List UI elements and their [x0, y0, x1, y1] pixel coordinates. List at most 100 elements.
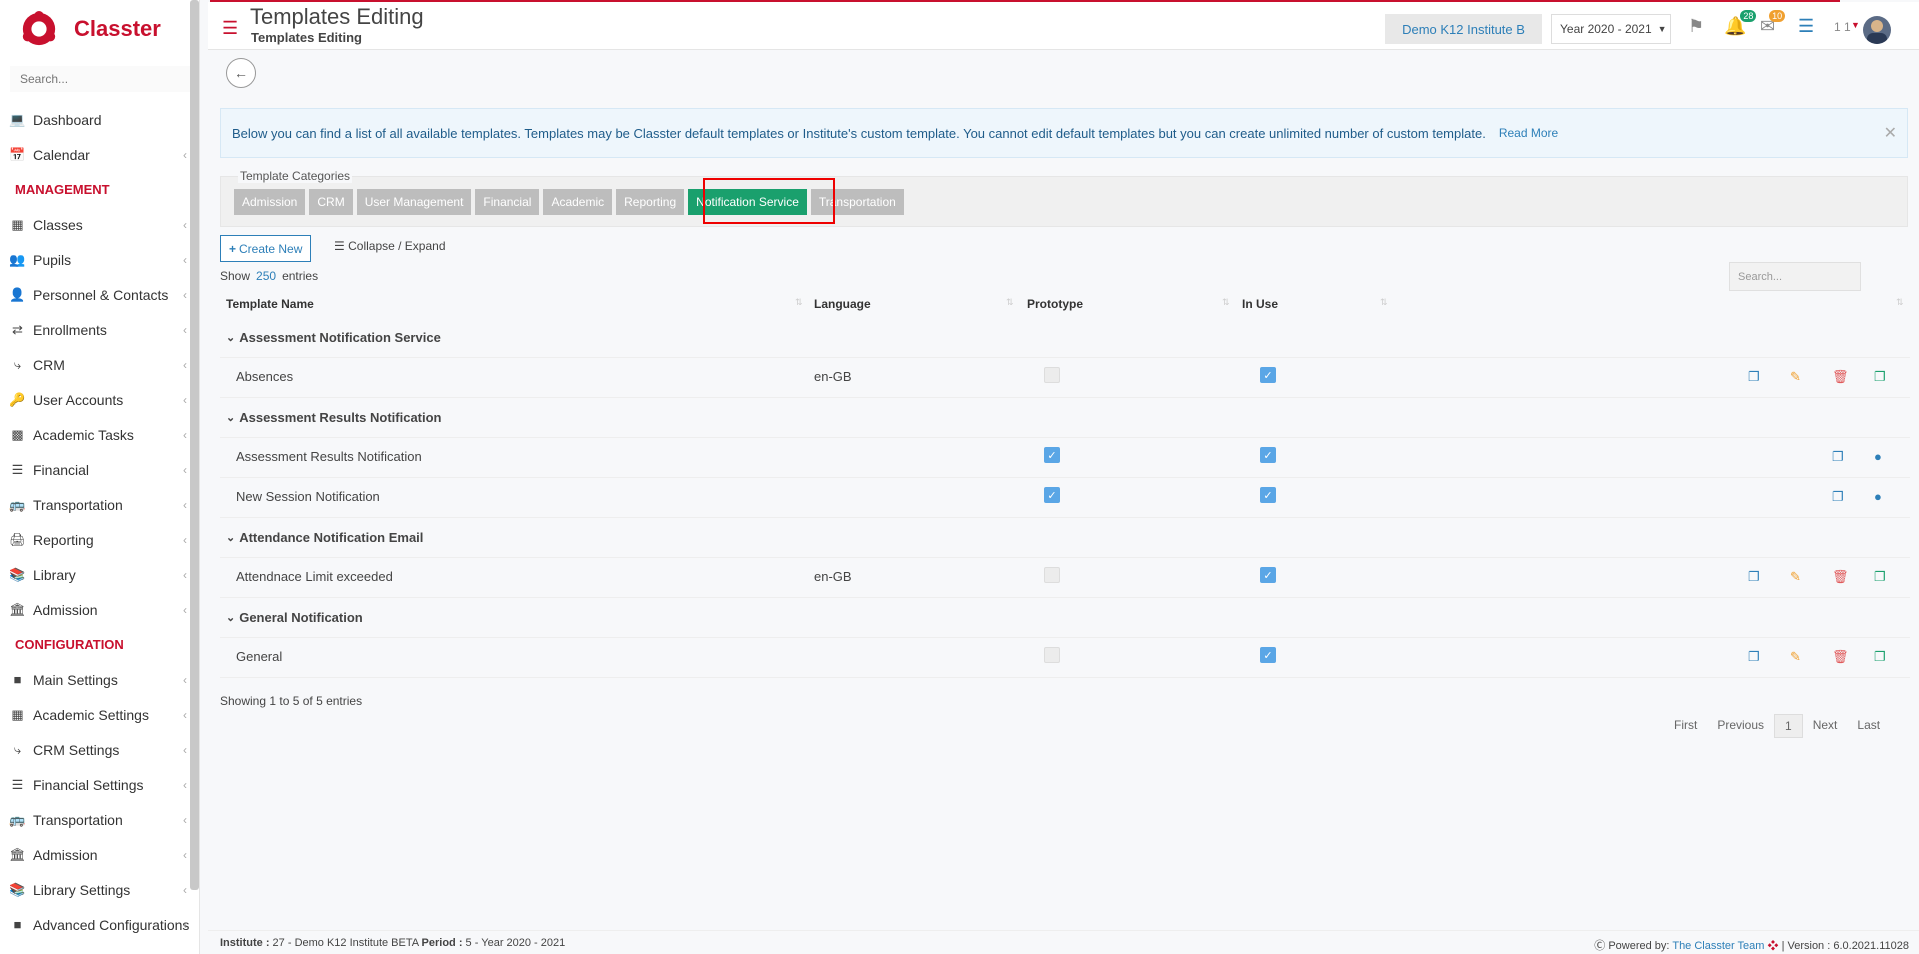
sidebar-item-academic-tasks[interactable]: ▩ Academic Tasks ‹: [0, 417, 199, 452]
table-row[interactable]: Assessment Results Notification ✓ ✓ ❐ ●: [220, 437, 1910, 477]
sidebar-item-admission[interactable]: 🏛 Admission ‹: [0, 837, 199, 872]
col-in-use[interactable]: In Use: [1242, 297, 1278, 311]
page-first[interactable]: First: [1664, 714, 1707, 738]
page-next[interactable]: Next: [1803, 714, 1848, 738]
sidebar-item-advanced-configurations[interactable]: ■ Advanced Configurations ‹: [0, 907, 199, 942]
in-use-checkbox[interactable]: ✓: [1260, 567, 1276, 583]
sidebar-item-classes[interactable]: ▦ Classes ‹: [0, 207, 199, 242]
preview-icon[interactable]: ●: [1874, 489, 1882, 504]
delete-icon[interactable]: 🗑: [1832, 649, 1849, 665]
entries-select[interactable]: 250: [256, 269, 276, 283]
tab-admission[interactable]: Admission: [234, 189, 306, 215]
team-link[interactable]: The Classter Team: [1672, 940, 1764, 952]
read-more-link[interactable]: Read More: [1499, 126, 1558, 140]
create-new-button[interactable]: + Create New: [220, 235, 312, 262]
sidebar-item-main-settings[interactable]: ■ Main Settings ‹: [0, 662, 199, 697]
tab-user-management[interactable]: User Management: [356, 189, 472, 215]
sidebar-item-transportation[interactable]: 🚌 Transportation ‹: [0, 487, 199, 522]
in-use-checkbox[interactable]: ✓: [1260, 447, 1276, 463]
edit-icon[interactable]: ✎: [1790, 649, 1801, 665]
sort-icon[interactable]: ⇅: [795, 297, 803, 308]
table-search-input[interactable]: Search...: [1729, 262, 1861, 291]
delete-icon[interactable]: 🗑: [1832, 569, 1849, 585]
user-chevron-icon[interactable]: ▼: [1851, 20, 1860, 30]
sidebar-item-personnel-contacts[interactable]: 👤 Personnel & Contacts ‹: [0, 277, 199, 312]
prototype-checkbox[interactable]: [1044, 647, 1060, 663]
bell-icon[interactable]: 🔔 28: [1724, 10, 1757, 37]
page-last[interactable]: Last: [1847, 714, 1890, 738]
layers-icon[interactable]: ☰: [1798, 16, 1814, 37]
duplicate-icon[interactable]: ❐: [1874, 369, 1886, 385]
in-use-checkbox[interactable]: ✓: [1260, 647, 1276, 663]
copy-icon[interactable]: ❐: [1832, 449, 1844, 465]
group-row[interactable]: ⌄ General Notification: [220, 597, 1910, 637]
sort-icon[interactable]: ⇅: [1896, 297, 1904, 308]
prototype-checkbox[interactable]: ✓: [1044, 447, 1060, 463]
table-row[interactable]: Absences en-GB ✓ ❐ ✎ 🗑 ❐: [220, 357, 1910, 397]
collapse-expand-button[interactable]: ☰ Collapse / Expand: [334, 239, 446, 253]
page-current[interactable]: 1: [1774, 714, 1803, 738]
col-template-name[interactable]: Template Name: [226, 297, 314, 311]
user-number[interactable]: 1 1: [1834, 20, 1851, 34]
institute-button[interactable]: Demo K12 Institute B: [1385, 14, 1542, 44]
delete-icon[interactable]: 🗑: [1832, 369, 1849, 385]
avatar[interactable]: [1863, 16, 1891, 44]
sidebar-item-dashboard[interactable]: 💻 Dashboard: [0, 102, 199, 137]
col-prototype[interactable]: Prototype: [1027, 297, 1083, 311]
group-row[interactable]: ⌄ Assessment Notification Service: [220, 317, 1910, 357]
tab-crm[interactable]: CRM: [309, 189, 353, 215]
sidebar-item-crm-settings[interactable]: ⤷ CRM Settings ‹: [0, 732, 199, 767]
sidebar-item-pupils[interactable]: 👥 Pupils ‹: [0, 242, 199, 277]
sidebar-item-crm[interactable]: ⤷ CRM ‹: [0, 347, 199, 382]
copy-icon[interactable]: ❐: [1748, 569, 1760, 585]
menu-icon[interactable]: ☰: [222, 18, 238, 39]
back-button[interactable]: ←: [226, 58, 256, 88]
page-previous[interactable]: Previous: [1707, 714, 1774, 738]
copy-icon[interactable]: ❐: [1748, 649, 1760, 665]
edit-icon[interactable]: ✎: [1790, 569, 1801, 585]
logo[interactable]: Classter: [0, 0, 199, 58]
table-row[interactable]: General ✓ ❐ ✎ 🗑 ❐: [220, 637, 1910, 677]
table-row[interactable]: New Session Notification ✓ ✓ ❐ ●: [220, 477, 1910, 517]
sidebar-item-user-accounts[interactable]: 🔑 User Accounts ‹: [0, 382, 199, 417]
copy-icon[interactable]: ❐: [1832, 489, 1844, 505]
management-heading: MANAGEMENT: [15, 182, 110, 197]
copy-icon[interactable]: ❐: [1748, 369, 1760, 385]
sort-icon[interactable]: ⇅: [1222, 297, 1230, 308]
sidebar-item-library-settings[interactable]: 📚 Library Settings ‹: [0, 872, 199, 907]
sidebar-item-financial-settings[interactable]: ☰ Financial Settings ‹: [0, 767, 199, 802]
sidebar-item-academic-settings[interactable]: ▦ Academic Settings ‹: [0, 697, 199, 732]
sidebar-item-transportation[interactable]: 🚌 Transportation ‹: [0, 802, 199, 837]
preview-icon[interactable]: ●: [1874, 449, 1882, 464]
sidebar-item-reporting[interactable]: 🖨 Reporting ‹: [0, 522, 199, 557]
close-icon[interactable]: ✕: [1884, 123, 1897, 143]
sidebar-item-admission[interactable]: 🏛 Admission ‹: [0, 592, 199, 627]
col-language[interactable]: Language: [814, 297, 871, 311]
in-use-checkbox[interactable]: ✓: [1260, 367, 1276, 383]
sort-icon[interactable]: ⇅: [1380, 297, 1388, 308]
in-use-checkbox[interactable]: ✓: [1260, 487, 1276, 503]
sort-icon[interactable]: ⇅: [1006, 297, 1014, 308]
prototype-checkbox[interactable]: ✓: [1044, 487, 1060, 503]
prototype-checkbox[interactable]: [1044, 567, 1060, 583]
tab-financial[interactable]: Financial: [475, 189, 540, 215]
period-value: 5 - Year 2020 - 2021: [462, 937, 566, 949]
sidebar-item-calendar[interactable]: 📅 Calendar ‹: [0, 137, 199, 172]
sidebar-search-input[interactable]: [10, 66, 190, 92]
mail-icon[interactable]: ✉ 10: [1760, 10, 1786, 37]
edit-icon[interactable]: ✎: [1790, 369, 1801, 385]
sidebar-item-financial[interactable]: ☰ Financial ‹: [0, 452, 199, 487]
group-row[interactable]: ⌄ Attendance Notification Email: [220, 517, 1910, 557]
sidebar-item-enrollments[interactable]: ⇄ Enrollments ‹: [0, 312, 199, 347]
flag-icon[interactable]: ⚑: [1688, 16, 1704, 37]
tab-reporting[interactable]: Reporting: [616, 189, 685, 215]
group-row[interactable]: ⌄ Assessment Results Notification: [220, 397, 1910, 437]
table-row[interactable]: Attendnace Limit exceeded en-GB ✓ ❐ ✎ 🗑 ❐: [220, 557, 1910, 597]
duplicate-icon[interactable]: ❐: [1874, 569, 1886, 585]
sidebar-item-library[interactable]: 📚 Library ‹: [0, 557, 199, 592]
prototype-checkbox[interactable]: [1044, 367, 1060, 383]
year-select[interactable]: Year 2020 - 2021 ▼: [1551, 14, 1671, 44]
tab-academic[interactable]: Academic: [543, 189, 613, 215]
sidebar-item-label: Admission: [33, 601, 98, 618]
duplicate-icon[interactable]: ❐: [1874, 649, 1886, 665]
